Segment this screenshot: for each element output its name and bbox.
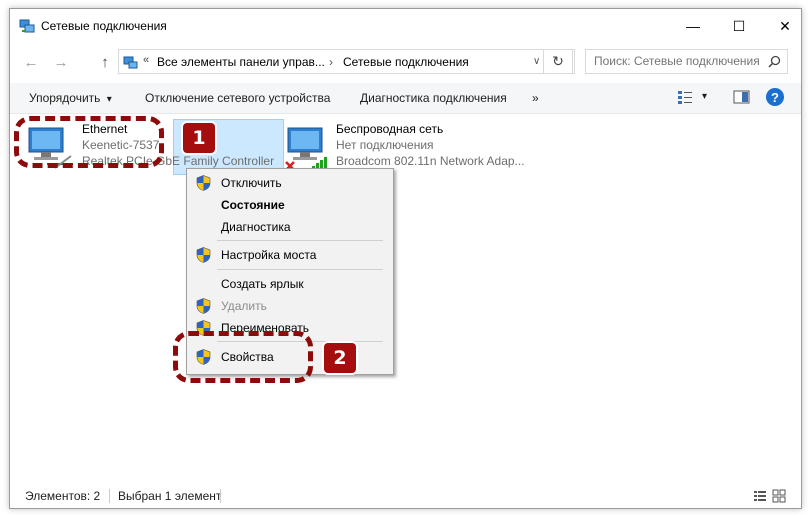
breadcrumb-separator[interactable]: › (329, 55, 333, 69)
wireless-adapter: Broadcom 802.11n Network Adap... (336, 154, 525, 168)
uac-shield-icon (196, 298, 211, 314)
uac-shield-icon (196, 247, 211, 263)
chevron-left-icon[interactable]: « (143, 54, 149, 66)
refresh-button[interactable]: ↻ (543, 49, 573, 74)
back-button[interactable]: ← (20, 51, 42, 73)
menu-item-diagnostics[interactable]: Диагностика (187, 216, 393, 238)
chevron-down-icon: ▾ (106, 94, 112, 105)
title-bar: Сетевые подключения — ☐ ✕ (10, 9, 801, 43)
menu-separator (217, 240, 383, 241)
maximize-button[interactable]: ☐ (716, 9, 762, 43)
annotation-badge-2: 2 (324, 343, 356, 373)
control-panel-icon (123, 56, 138, 69)
view-dropdown-icon[interactable]: ▾ (702, 91, 707, 102)
menu-item-label: Состояние (221, 198, 285, 212)
disable-device-button[interactable]: Отключение сетевого устройства (145, 91, 330, 105)
annotation-frame-ethernet (14, 116, 164, 168)
search-box[interactable] (585, 49, 788, 74)
forward-button[interactable]: → (50, 51, 72, 73)
address-dropdown-icon[interactable]: ∨ (533, 56, 540, 67)
breadcrumb-all-items[interactable]: Все элементы панели управ... (157, 55, 325, 69)
menu-separator (217, 269, 383, 270)
close-button[interactable]: ✕ (762, 9, 801, 43)
status-divider (220, 489, 221, 503)
wireless-connection[interactable]: Беспроводная сеть Нет подключения Broadc… (280, 119, 550, 175)
explorer-window: Сетевые подключения — ☐ ✕ ← → ↑ « Все эл… (9, 8, 802, 509)
more-commands-button[interactable]: » (532, 91, 539, 105)
annotation-frame-properties (173, 331, 313, 383)
command-bar: Упорядочить ▾ Отключение сетевого устрой… (10, 83, 801, 114)
menu-item-bridge[interactable]: Настройка моста (187, 244, 393, 266)
up-button[interactable]: ↑ (94, 51, 116, 73)
navigation-bar: ← → ↑ « Все элементы панели управ... › С… (10, 43, 801, 81)
organize-label: Упорядочить (29, 91, 101, 105)
window-title: Сетевые подключения (41, 19, 167, 33)
view-options-icon[interactable] (677, 89, 693, 105)
menu-item-create-shortcut[interactable]: Создать ярлык (187, 273, 393, 295)
uac-shield-icon (196, 175, 211, 191)
selected-count: Выбран 1 элемент (118, 489, 222, 503)
organize-button[interactable]: Упорядочить ▾ (29, 91, 112, 105)
annotation-badge-1: 1 (183, 123, 215, 153)
breadcrumb-network-connections[interactable]: Сетевые подключения (343, 55, 469, 69)
menu-item-label: Создать ярлык (221, 277, 304, 291)
minimize-button[interactable]: — (670, 9, 716, 43)
address-bar[interactable]: « Все элементы панели управ... › Сетевые… (118, 49, 575, 74)
diagnose-connection-button[interactable]: Диагностика подключения (360, 91, 507, 105)
help-icon[interactable]: ? (766, 88, 784, 106)
items-view: Ethernet Keenetic-7537 Realtek PCIe GbE … (10, 114, 801, 484)
details-view-icon[interactable] (753, 489, 767, 503)
item-count: Элементов: 2 (25, 489, 101, 503)
status-bar: Элементов: 2 Выбран 1 элемент (10, 484, 801, 508)
menu-item-status[interactable]: Состояние (187, 194, 393, 216)
menu-item-disable[interactable]: Отключить (187, 172, 393, 194)
menu-item-label: Отключить (221, 176, 282, 190)
network-connections-icon (19, 19, 35, 33)
search-icon[interactable] (768, 55, 781, 68)
status-divider (109, 489, 110, 503)
preview-pane-icon[interactable] (733, 89, 750, 105)
search-input[interactable] (592, 53, 766, 69)
wireless-status: Нет подключения (336, 138, 434, 152)
menu-item-label: Настройка моста (221, 248, 317, 262)
menu-item-label: Диагностика (221, 220, 291, 234)
menu-item-label: Удалить (221, 299, 267, 313)
wireless-name: Беспроводная сеть (336, 122, 444, 136)
menu-item-delete: Удалить (187, 295, 393, 317)
wireless-adapter-icon (285, 127, 327, 170)
large-icons-view-icon[interactable] (772, 489, 786, 503)
